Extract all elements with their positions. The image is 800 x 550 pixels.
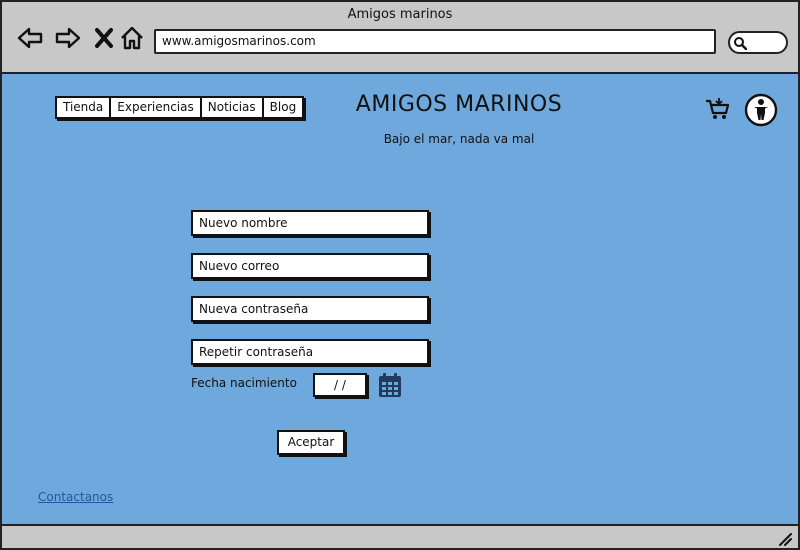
top-nav: Tienda Experiencias Noticias Blog (55, 96, 305, 119)
new-name-field[interactable]: Nuevo nombre (191, 210, 429, 236)
new-password-field[interactable]: Nueva contraseña (191, 296, 429, 322)
browser-search-box[interactable] (728, 31, 788, 54)
status-bar (2, 524, 798, 548)
resize-grip-icon[interactable] (776, 530, 792, 546)
back-arrow-icon[interactable] (16, 24, 44, 52)
close-x-icon[interactable] (90, 24, 118, 52)
cart-icon[interactable] (705, 96, 731, 122)
page-content: Tienda Experiencias Noticias Blog AMIGOS… (2, 74, 798, 524)
search-icon (734, 37, 747, 50)
browser-chrome: Amigos marinos www.amigosmarinos.com (2, 2, 798, 74)
home-icon[interactable] (118, 24, 146, 52)
site-tagline: Bajo el mar, nada va mal (383, 132, 535, 146)
browser-window: Amigos marinos www.amigosmarinos.com Tie… (0, 0, 800, 550)
repeat-password-field[interactable]: Repetir contraseña (191, 339, 429, 365)
nav-item-blog[interactable]: Blog (261, 96, 305, 119)
nav-item-experiencias[interactable]: Experiencias (109, 96, 202, 119)
user-icon[interactable] (744, 93, 778, 127)
birth-date-label: Fecha nacimiento (191, 376, 297, 390)
url-bar[interactable]: www.amigosmarinos.com (154, 29, 716, 54)
birth-date-field[interactable]: / / (313, 373, 367, 397)
nav-item-tienda[interactable]: Tienda (55, 96, 112, 119)
forward-arrow-icon[interactable] (54, 24, 82, 52)
nav-item-noticias[interactable]: Noticias (199, 96, 264, 119)
new-email-field[interactable]: Nuevo correo (191, 253, 429, 279)
site-title: AMIGOS MARINOS (355, 92, 563, 117)
calendar-icon[interactable] (378, 372, 402, 398)
window-title: Amigos marinos (347, 7, 453, 22)
accept-button[interactable]: Aceptar (277, 430, 345, 455)
contact-link[interactable]: Contactanos (38, 490, 113, 504)
